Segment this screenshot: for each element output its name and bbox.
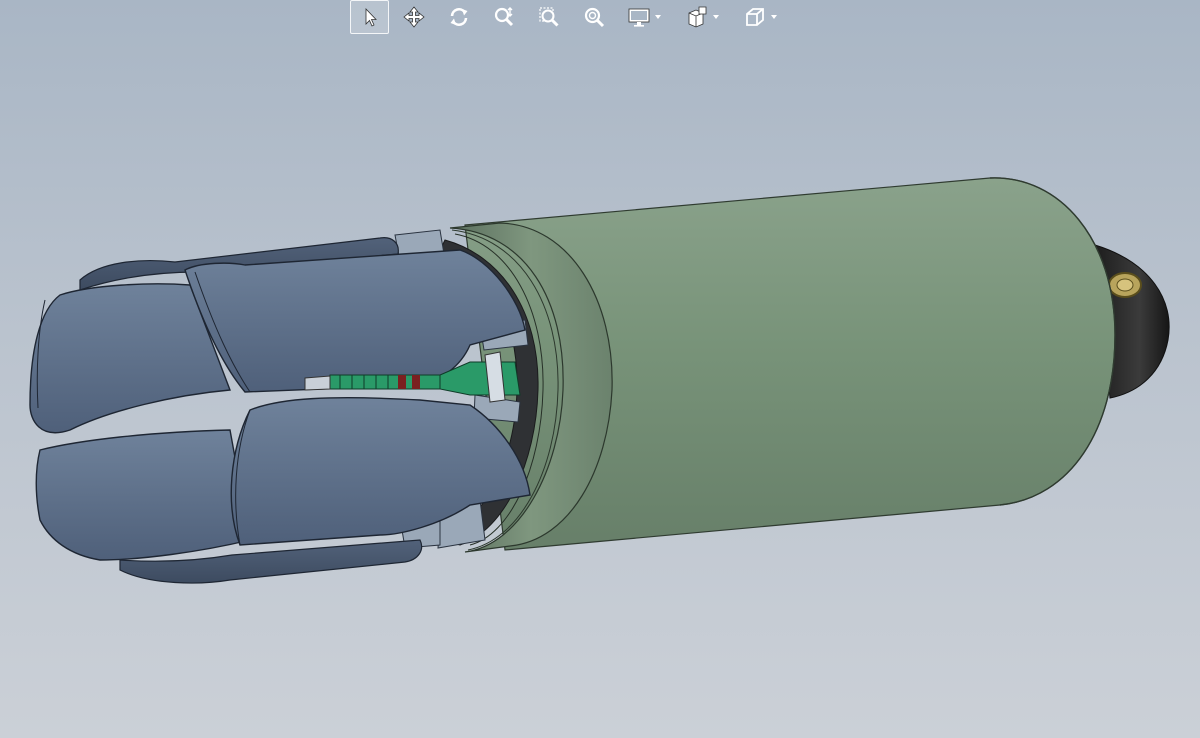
pan-button[interactable] xyxy=(395,0,433,34)
zoom-to-area-icon xyxy=(539,7,559,27)
display-style-button[interactable] xyxy=(620,0,672,34)
zoom-in-out-button[interactable] xyxy=(485,0,523,34)
select-button[interactable] xyxy=(350,0,389,34)
select-arrow-icon xyxy=(365,8,377,27)
zoom-to-fit-button[interactable] xyxy=(575,0,613,34)
hide-show-items-button[interactable] xyxy=(678,0,730,34)
rotate-view-button[interactable] xyxy=(440,0,478,34)
chevron-down-icon xyxy=(713,15,719,19)
model-view[interactable] xyxy=(0,0,1200,738)
chevron-down-icon xyxy=(771,15,777,19)
graphics-area[interactable] xyxy=(0,0,1200,738)
heads-up-view-toolbar xyxy=(350,0,794,34)
zoom-to-fit-icon xyxy=(584,7,605,28)
view-orientation-icon xyxy=(746,8,764,26)
rotate-view-icon xyxy=(450,8,468,26)
view-orientation-button[interactable] xyxy=(736,0,788,34)
petal-lower-left xyxy=(35,429,251,561)
display-style-icon xyxy=(628,8,650,27)
zoom-to-area-button[interactable] xyxy=(530,0,568,34)
pan-icon xyxy=(403,6,425,28)
hide-show-items-icon xyxy=(688,6,707,28)
chevron-down-icon xyxy=(655,15,661,19)
zoom-in-out-icon xyxy=(494,7,514,27)
